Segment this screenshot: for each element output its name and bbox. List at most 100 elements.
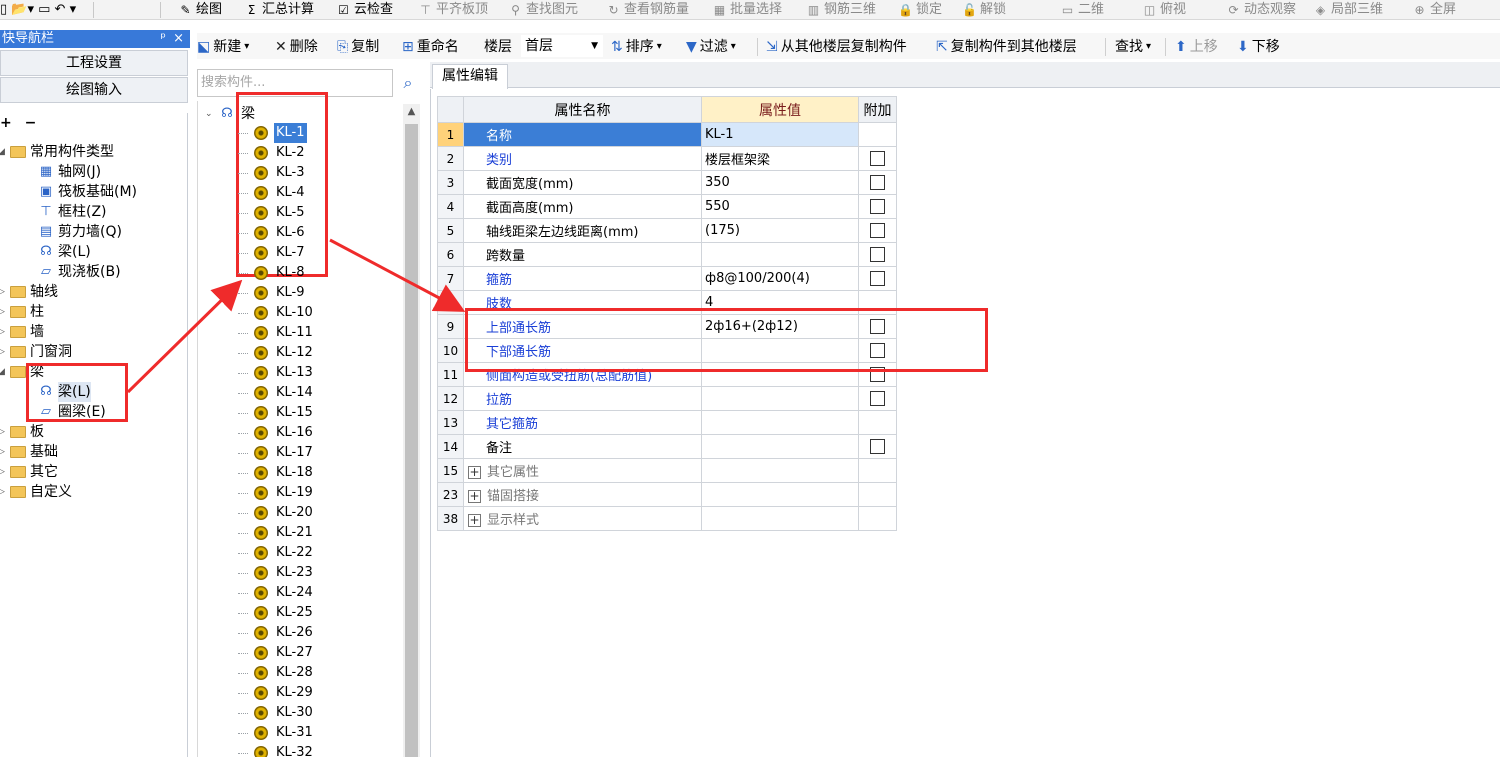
property-value-cell[interactable]: 2ф16+(2ф12) <box>701 314 859 339</box>
toolbar-item-rebar-3d[interactable]: ▥ 钢筋三维 <box>806 0 876 19</box>
component-item[interactable]: KL-24 <box>238 583 315 603</box>
property-value-cell[interactable] <box>701 410 859 435</box>
component-item[interactable]: KL-9 <box>238 283 307 303</box>
property-value-cell[interactable] <box>701 338 859 363</box>
property-row[interactable]: 10 下部通长筋 <box>437 338 897 363</box>
property-row[interactable]: 3 截面宽度(mm) 350 <box>437 170 897 195</box>
component-item[interactable]: KL-6 <box>238 223 307 243</box>
property-row[interactable]: 23 + 锚固搭接 <box>437 482 897 507</box>
filter-button[interactable]: ▼ 过滤 ▾ <box>686 37 736 57</box>
component-item[interactable]: KL-7 <box>238 243 307 263</box>
component-item[interactable]: KL-10 <box>238 303 315 323</box>
expand-plus-icon[interactable]: + <box>468 490 481 503</box>
property-row[interactable]: 14 备注 <box>437 434 897 459</box>
property-value-cell[interactable]: (175) <box>701 218 859 243</box>
nav-item-raft[interactable]: ▣ 筏板基础(M) <box>38 182 137 202</box>
pin-icon[interactable]: ᵖ <box>160 30 166 48</box>
component-tree-root[interactable]: ⌄ ☊ 梁 <box>205 104 255 124</box>
nav-group-1[interactable]: ▷ 柱 <box>0 302 44 322</box>
property-value-cell[interactable]: ф8@100/200(4) <box>701 266 859 291</box>
component-item[interactable]: KL-12 <box>238 343 315 363</box>
move-down-button[interactable]: ⬇ 下移 <box>1237 37 1280 57</box>
delete-button[interactable]: ✕ 删除 <box>275 37 318 57</box>
component-item[interactable]: KL-8 <box>238 263 307 283</box>
drawing-input-button[interactable]: 绘图输入 <box>0 77 188 103</box>
property-row[interactable]: 7 箍筋 ф8@100/200(4) <box>437 266 897 291</box>
toolbar-item-find[interactable]: ⚲ 查找图元 <box>508 0 578 19</box>
nav-group-after-2[interactable]: ▷ 其它 <box>0 462 58 482</box>
component-item[interactable]: KL-17 <box>238 443 315 463</box>
property-value-cell[interactable]: 550 <box>701 194 859 219</box>
property-value-cell[interactable] <box>701 434 859 459</box>
chevron-right-icon[interactable]: ▷ <box>0 282 6 302</box>
component-item[interactable]: KL-21 <box>238 523 315 543</box>
nav-group-after-1[interactable]: ▷ 基础 <box>0 442 58 462</box>
copy-button[interactable]: ⎘ 复制 <box>337 37 379 57</box>
scroll-up-icon[interactable]: ▲ <box>403 106 420 117</box>
chevron-right-icon[interactable]: ▷ <box>0 462 6 482</box>
component-item[interactable]: KL-29 <box>238 683 315 703</box>
chevron-down-icon[interactable]: ⌄ <box>205 104 213 124</box>
property-row[interactable]: 4 截面高度(mm) 550 <box>437 194 897 219</box>
property-value-cell[interactable]: 4 <box>701 290 859 315</box>
chevron-down-icon[interactable]: ◢ <box>0 362 6 382</box>
extra-checkbox[interactable] <box>870 343 885 358</box>
property-value-cell[interactable] <box>701 458 859 483</box>
component-item[interactable]: KL-32 <box>238 743 315 757</box>
rename-button[interactable]: ⊞ 重命名 <box>402 37 459 57</box>
property-value-cell[interactable] <box>701 362 859 387</box>
extra-checkbox[interactable] <box>870 199 885 214</box>
nav-group-2[interactable]: ▷ 墙 <box>0 322 44 342</box>
component-item[interactable]: KL-31 <box>238 723 315 743</box>
toolbar-item-pencil[interactable]: ✎ 绘图 <box>178 0 222 19</box>
toolbar-item-orbit[interactable]: ⟳ 动态观察 <box>1226 0 1296 19</box>
component-item[interactable]: KL-25 <box>238 603 315 623</box>
chevron-right-icon[interactable]: ▷ <box>0 482 6 502</box>
nav-item-grid[interactable]: ▦ 轴网(J) <box>38 162 101 182</box>
toolbar-item-unlock[interactable]: 🔓 解锁 <box>962 0 1006 19</box>
property-row[interactable]: 15 + 其它属性 <box>437 458 897 483</box>
property-row[interactable]: 8 肢数 4 <box>437 290 897 315</box>
extra-checkbox[interactable] <box>870 391 885 406</box>
nav-group-after-0[interactable]: ▷ 板 <box>0 422 44 442</box>
quick-access-icons[interactable]: ▯ 📂▾ ▭ ↶ ▾ <box>0 0 76 19</box>
property-row[interactable]: 6 跨数量 <box>437 242 897 267</box>
nav-group-3[interactable]: ▷ 门窗洞 <box>0 342 72 362</box>
find-button[interactable]: 查找 ▾ <box>1115 37 1151 57</box>
property-row[interactable]: 12 拉筋 <box>437 386 897 411</box>
component-item[interactable]: KL-13 <box>238 363 315 383</box>
nav-group-beam[interactable]: ◢ 梁 <box>0 362 44 382</box>
nav-item-ring-beam[interactable]: ▱ 圈梁(E) <box>38 402 106 422</box>
nav-item-column[interactable]: ⊤ 框柱(Z) <box>38 202 106 222</box>
component-item[interactable]: KL-16 <box>238 423 315 443</box>
toolbar-item-sigma[interactable]: Σ 汇总计算 <box>244 0 314 19</box>
property-row[interactable]: 1 名称 KL-1 <box>437 122 897 147</box>
chevron-down-icon[interactable]: ◢ <box>0 142 6 162</box>
extra-checkbox[interactable] <box>870 271 885 286</box>
toolbar-item-topview[interactable]: ◫ 俯视 <box>1142 0 1186 19</box>
component-item[interactable]: KL-30 <box>238 703 315 723</box>
expand-collapse-icons[interactable]: + − <box>0 115 40 131</box>
move-up-button[interactable]: ⬆ 上移 <box>1175 37 1218 57</box>
chevron-right-icon[interactable]: ▷ <box>0 422 6 442</box>
component-item[interactable]: KL-15 <box>238 403 315 423</box>
close-icon[interactable]: × <box>173 30 184 48</box>
copy-from-floor-button[interactable]: ⇲ 从其他楼层复制构件 <box>766 37 907 57</box>
scrollbar-thumb[interactable] <box>405 124 418 757</box>
component-item[interactable]: KL-4 <box>238 183 307 203</box>
search-input[interactable]: 搜索构件... <box>197 69 393 97</box>
property-row[interactable]: 5 轴线距梁左边线距离(mm) (175) <box>437 218 897 243</box>
component-item[interactable]: KL-28 <box>238 663 315 683</box>
component-item[interactable]: KL-5 <box>238 203 307 223</box>
extra-checkbox[interactable] <box>870 319 885 334</box>
nav-group-common[interactable]: ◢ 常用构件类型 <box>0 142 114 162</box>
component-item[interactable]: KL-11 <box>238 323 315 343</box>
toolbar-item-local-3d[interactable]: ◈ 局部三维 <box>1313 0 1383 19</box>
chevron-right-icon[interactable]: ▷ <box>0 302 6 322</box>
component-item[interactable]: KL-2 <box>238 143 307 163</box>
property-row[interactable]: 9 上部通长筋 2ф16+(2ф12) <box>437 314 897 339</box>
nav-item-beam[interactable]: ☊ 梁(L) <box>38 242 91 262</box>
toolbar-item-fullscreen[interactable]: ⊕ 全屏 <box>1412 0 1456 19</box>
nav-item-slab[interactable]: ▱ 现浇板(B) <box>38 262 121 282</box>
property-row[interactable]: 38 + 显示样式 <box>437 506 897 531</box>
